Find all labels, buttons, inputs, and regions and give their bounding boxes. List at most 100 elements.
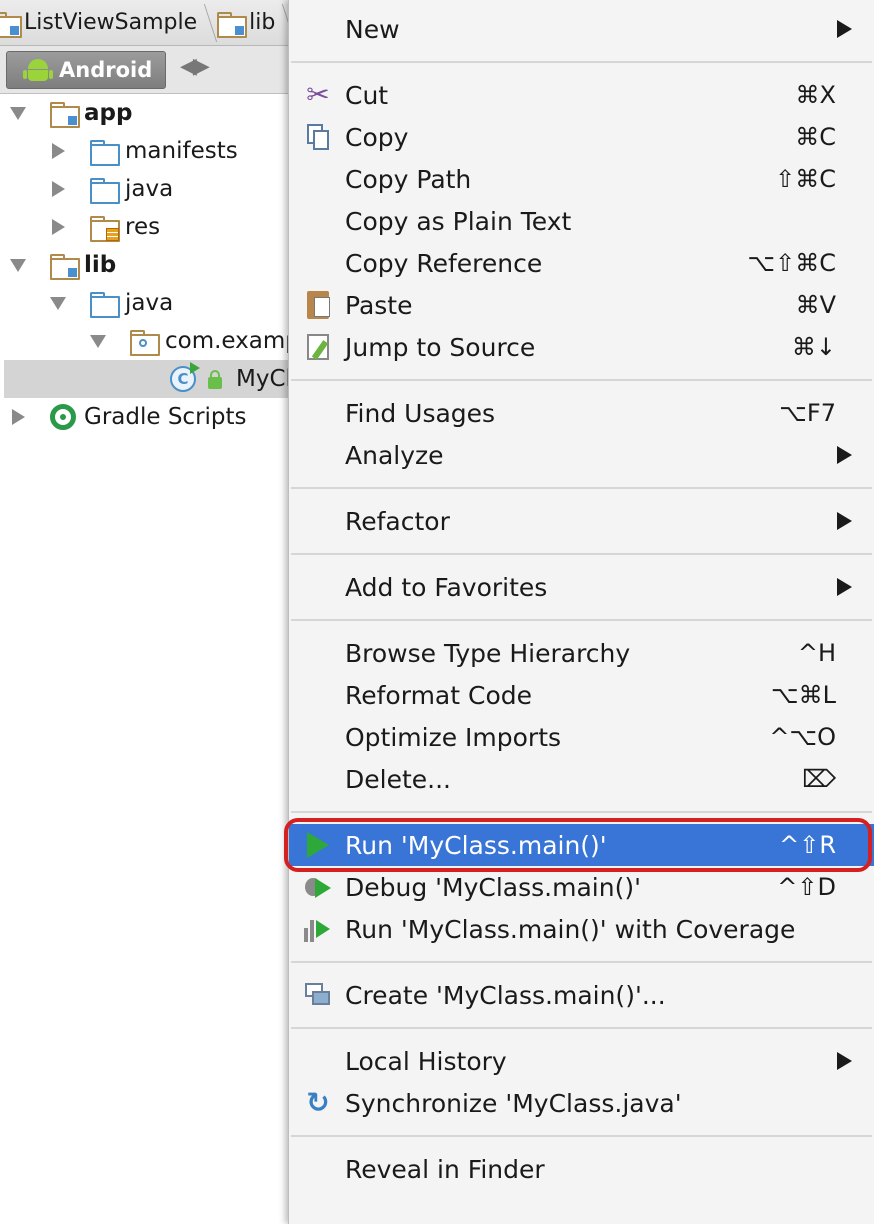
menu-item-new[interactable]: New [289,8,874,50]
edit-source-icon [303,332,333,362]
breadcrumb-label: lib [249,10,276,35]
menu-item-refactor[interactable]: Refactor [289,500,874,542]
menu-item-create-configuration[interactable]: Create 'MyClass.main()'... [289,974,874,1016]
view-selector-android[interactable]: Android [6,51,166,89]
left-right-arrows-icon[interactable]: ◀▶ [180,54,210,79]
menu-separator [289,542,874,566]
menu-item-shortcut: ^H [797,639,836,667]
expand-arrow-icon[interactable] [12,409,25,425]
android-icon [23,57,53,83]
menu-item-cut[interactable]: ✂ Cut ⌘X [289,74,874,116]
menu-item-browse-type-hierarchy[interactable]: Browse Type Hierarchy ^H [289,632,874,674]
tree-node-lib[interactable]: lib [0,246,290,284]
menu-item-shortcut: ⌥⌘L [770,681,836,709]
menu-item-label: Analyze [345,440,444,470]
submenu-arrow-icon [837,578,852,596]
submenu-arrow-icon [837,20,852,38]
tree-node-label: app [84,100,133,126]
menu-separator [289,608,874,632]
menu-separator [289,1016,874,1040]
menu-separator [289,800,874,824]
runnable-class-icon: C [170,362,200,392]
menu-item-find-usages[interactable]: Find Usages ⌥F7 [289,392,874,434]
collapse-arrow-icon[interactable] [50,297,66,310]
tree-node-label: res [125,214,161,240]
menu-item-label: Delete... [345,764,451,794]
tree-node-package[interactable]: com.example [0,322,320,360]
collapse-arrow-icon[interactable] [10,259,26,272]
menu-item-reformat-code[interactable]: Reformat Code ⌥⌘L [289,674,874,716]
menu-item-shortcut: ⌘X [795,81,836,109]
menu-item-label: Run 'MyClass.main()' [345,830,607,860]
menu-item-paste[interactable]: Paste ⌘V [289,284,874,326]
menu-separator [289,950,874,974]
expand-arrow-icon[interactable] [52,143,65,159]
tree-node-manifests[interactable]: manifests [0,132,290,170]
menu-item-run-with-coverage[interactable]: Run 'MyClass.main()' with Coverage [289,908,874,950]
menu-item-optimize-imports[interactable]: Optimize Imports ^⌥O [289,716,874,758]
tree-node-app-java[interactable]: java [0,170,290,208]
breadcrumb-item-project[interactable]: ListViewSample [0,0,211,45]
submenu-arrow-icon [837,1052,852,1070]
tree-node-label: java [125,290,174,316]
context-menu: New ✂ Cut ⌘X Copy ⌘C Copy Path ⇧⌘C Copy … [284,0,874,1224]
menu-separator [289,50,874,74]
lock-icon [208,370,222,389]
menu-item-label: Paste [345,290,413,320]
menu-item-label: Copy Reference [345,248,543,278]
source-folder-icon [90,292,120,318]
resources-folder-icon [90,216,120,242]
menu-separator [289,1124,874,1148]
menu-item-copy-plain-text[interactable]: Copy as Plain Text [289,200,874,242]
create-configuration-icon [303,980,333,1010]
menu-item-copy-reference[interactable]: Copy Reference ⌥⇧⌘C [289,242,874,284]
module-folder-icon [50,254,80,280]
tree-node-label: Gradle Scripts [84,404,247,430]
expand-arrow-icon[interactable] [52,181,65,197]
menu-item-analyze[interactable]: Analyze [289,434,874,476]
view-selector-label: Android [59,58,153,82]
menu-item-debug[interactable]: Debug 'MyClass.main()' ^⇧D [289,866,874,908]
menu-item-label: Create 'MyClass.main()'... [345,980,666,1010]
menu-separator [289,476,874,500]
collapse-arrow-icon[interactable] [10,107,26,120]
menu-item-shortcut: ^⌥O [769,723,836,751]
menu-item-shortcut: ^⇧R [779,831,836,859]
menu-item-label: Synchronize 'MyClass.java' [345,1088,682,1118]
source-folder-icon [90,178,120,204]
menu-item-label: Jump to Source [345,332,536,362]
menu-item-shortcut: ⌥⇧⌘C [747,249,836,277]
menu-item-label: Optimize Imports [345,722,562,752]
menu-item-label: Reveal in Finder [345,1154,545,1184]
menu-item-copy-path[interactable]: Copy Path ⇧⌘C [289,158,874,200]
sync-icon: ↻ [306,1086,330,1119]
menu-item-copy[interactable]: Copy ⌘C [289,116,874,158]
menu-item-label: New [345,14,400,44]
menu-item-shortcut: ⌘↓ [791,333,836,361]
menu-item-shortcut: ⌘V [795,291,836,319]
menu-item-reveal-in-finder[interactable]: Reveal in Finder [289,1148,874,1190]
collapse-arrow-icon[interactable] [90,335,106,348]
module-folder-icon [217,11,248,38]
tree-node-label: manifests [125,138,238,164]
menu-item-local-history[interactable]: Local History [289,1040,874,1082]
tree-node-lib-java[interactable]: java [0,284,290,322]
submenu-arrow-icon [837,512,852,530]
folder-icon [90,140,120,166]
menu-item-label: Add to Favorites [345,572,548,602]
delete-key-icon: ⌦ [802,765,836,793]
copy-icon [303,122,333,152]
menu-item-add-to-favorites[interactable]: Add to Favorites [289,566,874,608]
breadcrumb-item-lib[interactable]: lib [211,0,289,45]
menu-item-run[interactable]: Run 'MyClass.main()' ^⇧R [284,818,874,872]
tree-node-gradle[interactable]: Gradle Scripts [0,398,290,436]
menu-item-label: Copy Path [345,164,472,194]
menu-item-jump-to-source[interactable]: Jump to Source ⌘↓ [289,326,874,368]
package-icon [130,330,160,356]
tree-node-class[interactable]: C MyClass [4,360,330,398]
menu-item-synchronize[interactable]: ↻ Synchronize 'MyClass.java' [289,1082,874,1124]
tree-node-app[interactable]: app [0,94,290,132]
expand-arrow-icon[interactable] [52,219,65,235]
menu-item-delete[interactable]: Delete... ⌦ [289,758,874,800]
tree-node-res[interactable]: res [0,208,290,246]
